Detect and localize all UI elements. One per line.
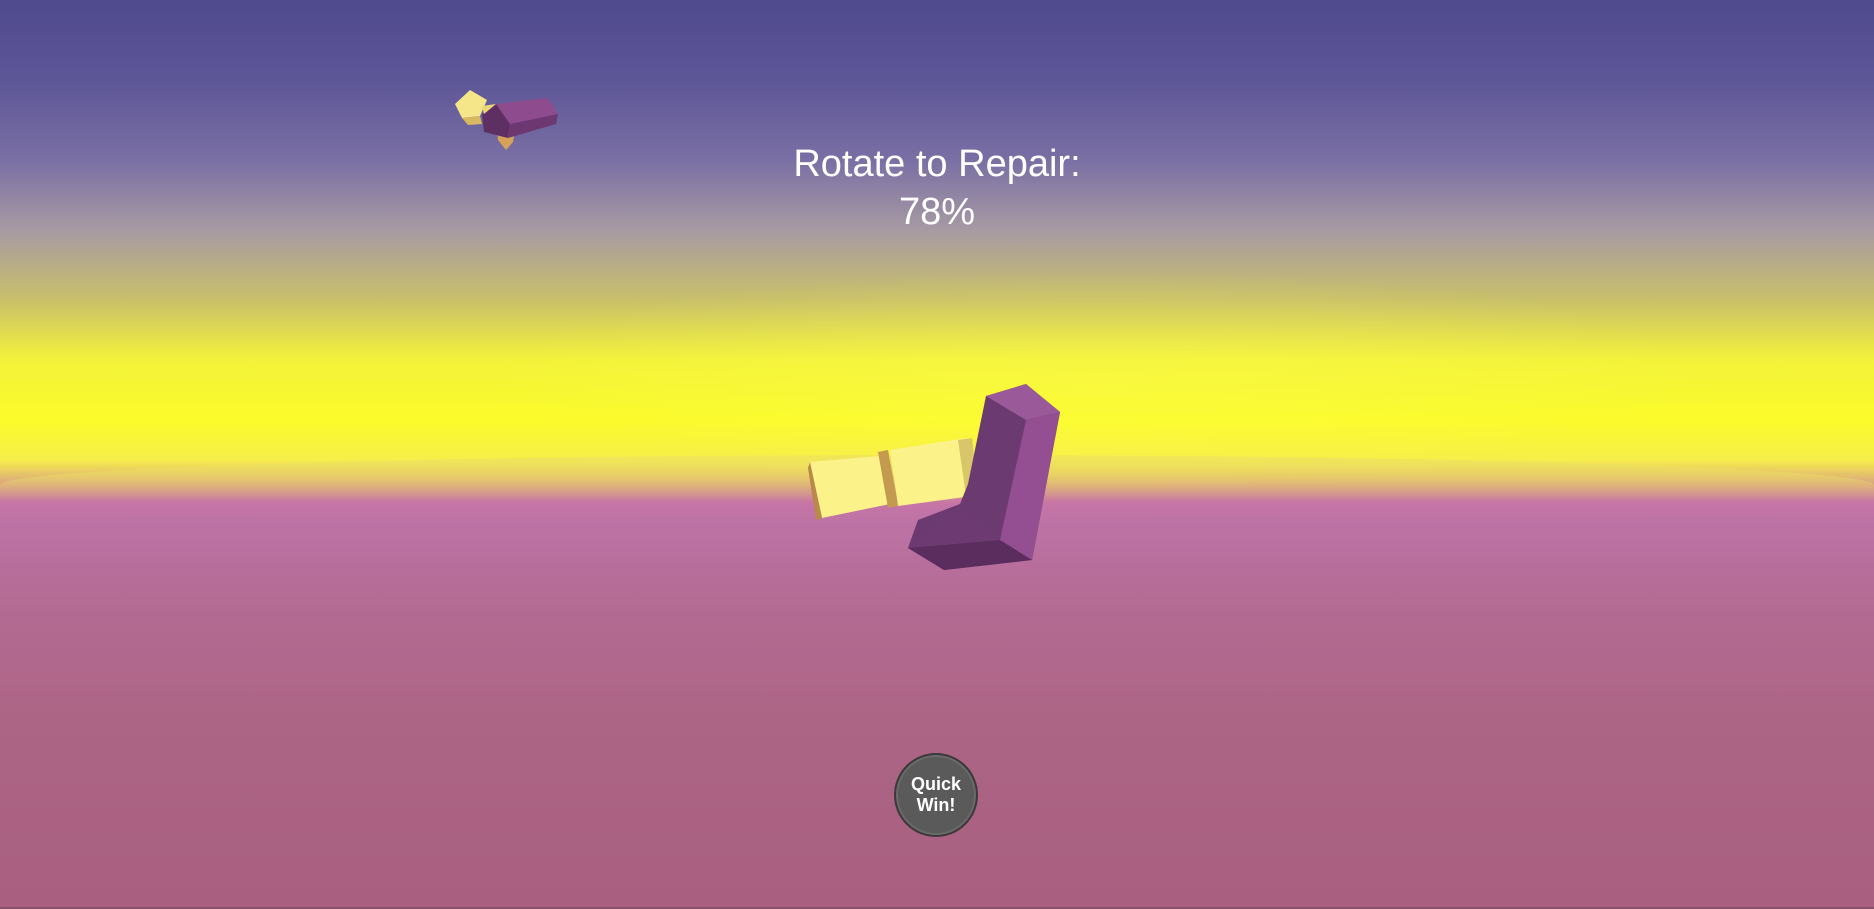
quick-win-button[interactable]: Quick Win!: [894, 753, 978, 837]
quick-win-label-line2: Win!: [916, 795, 956, 815]
game-viewport[interactable]: Rotate to Repair: 78% Quick Win!: [0, 0, 1874, 909]
repair-progress-label: Rotate to Repair: 78%: [0, 140, 1874, 236]
repair-percentage: 78%: [898, 191, 976, 233]
quick-win-label-line1: Quick: [910, 774, 962, 794]
repair-instruction-text: Rotate to Repair:: [793, 143, 1081, 185]
yellow-block-left[interactable]: [810, 456, 890, 518]
